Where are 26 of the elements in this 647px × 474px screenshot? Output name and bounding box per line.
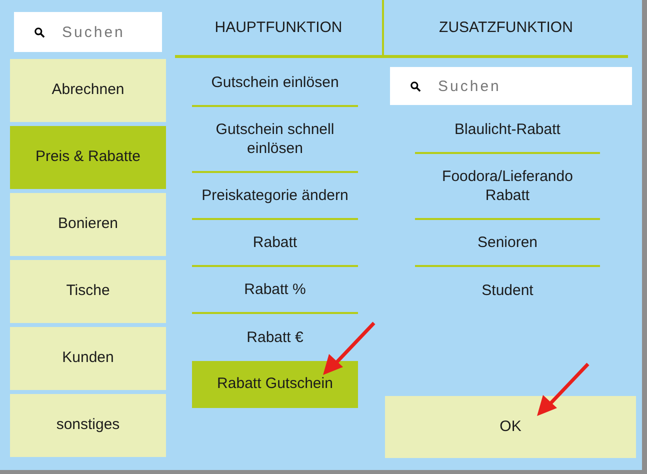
ok-button[interactable]: OK: [385, 396, 636, 458]
function-button[interactable]: Rabatt €: [192, 314, 358, 361]
category-button[interactable]: Abrechnen: [10, 59, 166, 122]
function-button[interactable]: Preiskategorie ändern: [192, 173, 358, 220]
function-button[interactable]: Student: [415, 267, 600, 314]
function-button[interactable]: Senioren: [415, 220, 600, 267]
search-field[interactable]: Suchen: [390, 67, 632, 105]
search-icon: [410, 80, 421, 92]
function-button[interactable]: Blaulicht-Rabatt: [415, 107, 600, 154]
search-field[interactable]: Suchen: [14, 12, 162, 52]
function-button[interactable]: Rabatt: [192, 220, 358, 267]
function-button[interactable]: Rabatt Gutschein: [192, 361, 358, 408]
category-button[interactable]: Kunden: [10, 327, 166, 390]
category-button[interactable]: sonstiges: [10, 394, 166, 457]
tab[interactable]: ZUSATZFUNKTION: [384, 0, 628, 55]
arrow-icon: [537, 361, 591, 417]
category-button[interactable]: Bonieren: [10, 193, 166, 256]
tab[interactable]: HAUPTFUNKTION: [175, 0, 384, 55]
function-button[interactable]: Gutschein einlösen: [192, 60, 358, 107]
function-button[interactable]: Gutschein schnell einlösen: [192, 107, 358, 173]
category-button[interactable]: Preis & Rabatte: [10, 126, 166, 189]
arrow-icon: [323, 320, 377, 376]
function-button[interactable]: Foodora/Lieferando Rabatt: [415, 154, 600, 220]
category-button[interactable]: Tische: [10, 260, 166, 323]
search-icon: [34, 26, 45, 38]
function-button[interactable]: Rabatt %: [192, 267, 358, 314]
